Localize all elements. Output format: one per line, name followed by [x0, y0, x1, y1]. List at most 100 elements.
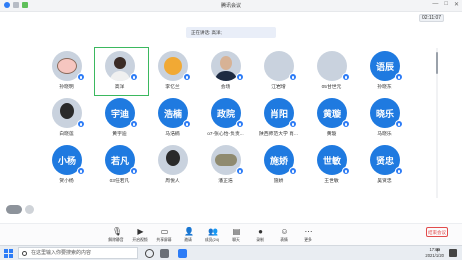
participant-tile[interactable]: 宇迪 黄宇迪: [93, 95, 146, 142]
members-icon: 👥: [208, 227, 218, 236]
tencent-meeting-taskbar-icon[interactable]: [178, 249, 187, 258]
participant-tile[interactable]: 高洋: [93, 47, 149, 96]
window-controls: — □ ✕: [432, 1, 459, 8]
participant-name: 贺小杨: [59, 179, 74, 184]
participant-tile[interactable]: 肖阳 陕西师范大学 肖...: [252, 95, 305, 142]
mic-status-icon: [395, 167, 403, 175]
participant-name: 会场: [220, 85, 231, 90]
participant-tile[interactable]: 江岩增: [252, 48, 305, 95]
mic-status-icon: [183, 73, 191, 81]
mic-status-icon: [130, 167, 138, 175]
toolbar-button-members[interactable]: 👥 成员(24): [200, 226, 224, 246]
search-icon: [22, 251, 27, 256]
toolbar-button-more[interactable]: ⋯ 更多: [296, 226, 320, 246]
toolbar-button-share-screen[interactable]: ▭ 共享屏幕: [152, 226, 176, 246]
mic-status-icon: [395, 73, 403, 81]
participant-name: 吴贤忠: [377, 179, 392, 184]
file-explorer-icon[interactable]: [160, 249, 169, 258]
participant-name: 03任若凡: [109, 179, 130, 184]
participant-row: 孙晓明 高洋 李忆兰 会场 江岩增 05甘世元 语辰 孙晓东: [40, 47, 411, 96]
maximize-button[interactable]: □: [444, 1, 448, 8]
participant-tile[interactable]: 周悦人: [146, 142, 199, 189]
participant-name: o7-张心怡-负责...: [207, 132, 244, 137]
task-view-icon[interactable]: [145, 249, 154, 258]
floating-view-toggle[interactable]: [6, 205, 22, 214]
scrollbar-thumb[interactable]: [436, 52, 438, 74]
participant-tile[interactable]: 若凡 03任若凡: [93, 142, 146, 189]
participant-name: 孙晓东: [377, 85, 392, 90]
mic-status-icon: [77, 120, 85, 128]
toolbar-button-record[interactable]: ● 录制: [248, 226, 272, 246]
participant-tile[interactable]: 白晓莲: [40, 95, 93, 142]
mic-status-icon: [289, 120, 297, 128]
mic-status-icon: [236, 73, 244, 81]
windows-taskbar: 在这里输入你要搜索的内容 中 17:00 2021/1/20: [0, 245, 462, 260]
mic-off-icon: 🎙: [112, 227, 123, 236]
camera-off-icon: ▶: [137, 227, 144, 236]
participant-row: 小杨 贺小杨 若凡 03任若凡周悦人 潘正浩 施娇 施娇 世敏 王世敏 贤忠 吴贤忠: [40, 142, 411, 189]
participant-tile[interactable]: 语辰 孙晓东: [358, 48, 411, 95]
mic-status-icon: [77, 73, 85, 81]
record-icon: ●: [258, 227, 263, 236]
emoji-icon: ☺: [280, 227, 289, 236]
participant-tile[interactable]: 潘正浩: [199, 142, 252, 189]
participant-tile[interactable]: 政院 o7-张心怡-负责...: [199, 95, 252, 142]
toolbar-button-emoji[interactable]: ☺ 表情: [272, 226, 296, 246]
title-bar: 腾讯会议 — □ ✕: [0, 0, 462, 12]
participant-tile[interactable]: 浩楠 马浩楠: [146, 95, 199, 142]
speaking-banner: 正在讲话: 高洋;: [186, 27, 276, 38]
toolbar-button-camera-off[interactable]: ▶ 开启视频: [128, 226, 152, 246]
mic-status-icon: [342, 73, 350, 81]
mic-status-icon: [395, 120, 403, 128]
toolbar-button-chat[interactable]: ▤ 聊天: [224, 226, 248, 246]
participant-name: 孙晓明: [59, 85, 74, 90]
invite-icon: 👤: [184, 227, 194, 236]
participant-name: 施娇: [273, 179, 284, 184]
participant-tile[interactable]: 小杨 贺小杨: [40, 142, 93, 189]
participant-name: 白晓莲: [59, 132, 74, 137]
participant-name: 陕西师范大学 肖...: [259, 132, 298, 137]
more-icon: ⋯: [304, 227, 313, 236]
participant-name: 李忆兰: [165, 85, 180, 90]
participant-name: 05甘世元: [321, 85, 342, 90]
notification-icon[interactable]: [449, 249, 457, 257]
toolbar-button-label: 更多: [304, 238, 312, 242]
mic-status-icon: [342, 120, 350, 128]
mic-status-icon: [289, 167, 297, 175]
clock-date: 2021/1/20: [425, 253, 444, 258]
close-button[interactable]: ✕: [454, 1, 459, 8]
participant-name: 江岩增: [271, 85, 286, 90]
participant-tile[interactable]: 05甘世元: [305, 48, 358, 95]
participant-name: 潘正浩: [218, 179, 233, 184]
mic-status-icon: [77, 167, 85, 175]
avatar-girl-icon: [158, 145, 188, 175]
participant-tile[interactable]: 贤忠 吴贤忠: [358, 142, 411, 189]
taskbar-clock[interactable]: 17:00 2021/1/20: [425, 247, 444, 259]
participant-tile[interactable]: 晓乐 马晓乐: [358, 95, 411, 142]
toolbar-button-invite[interactable]: 👤 邀请: [176, 226, 200, 246]
meeting-toolbar: 🎙 解除静音 ▶ 开启视频 ▭ 共享屏幕 👤 邀请 👥 成员(24) ▤ 聊天 ● 录制 ☺ 表情 ⋯ 更多: [0, 223, 462, 245]
minimize-button[interactable]: —: [432, 1, 438, 8]
share-screen-icon: ▭: [160, 227, 169, 236]
taskbar-search-input[interactable]: 在这里输入你要搜索的内容: [18, 247, 138, 259]
mic-status-icon: [289, 73, 297, 81]
participant-name: 马浩楠: [165, 132, 180, 137]
mic-status-icon: [342, 167, 350, 175]
mic-status-icon: [183, 120, 191, 128]
participant-tile[interactable]: 世敏 王世敏: [305, 142, 358, 189]
window-title: 腾讯会议: [220, 3, 241, 9]
participant-tile[interactable]: 李忆兰: [146, 48, 199, 95]
toolbar-button-mic-off[interactable]: 🎙 解除静音: [104, 226, 128, 246]
participant-tile[interactable]: 黄璇 黄璇: [305, 95, 358, 142]
floating-more-button[interactable]: [25, 205, 34, 214]
start-button-icon[interactable]: [4, 249, 13, 258]
participant-name: 周悦人: [165, 179, 180, 184]
mic-status-icon: [236, 167, 244, 175]
mic-status-icon: [130, 73, 138, 81]
chat-icon: ▤: [232, 227, 241, 236]
participant-tile[interactable]: 施娇 施娇: [252, 142, 305, 189]
participant-tile[interactable]: 孙晓明: [40, 48, 93, 95]
participant-tile[interactable]: 会场: [199, 48, 252, 95]
participant-name: 王世敏: [324, 179, 339, 184]
end-meeting-button[interactable]: 结束会议: [426, 227, 448, 237]
